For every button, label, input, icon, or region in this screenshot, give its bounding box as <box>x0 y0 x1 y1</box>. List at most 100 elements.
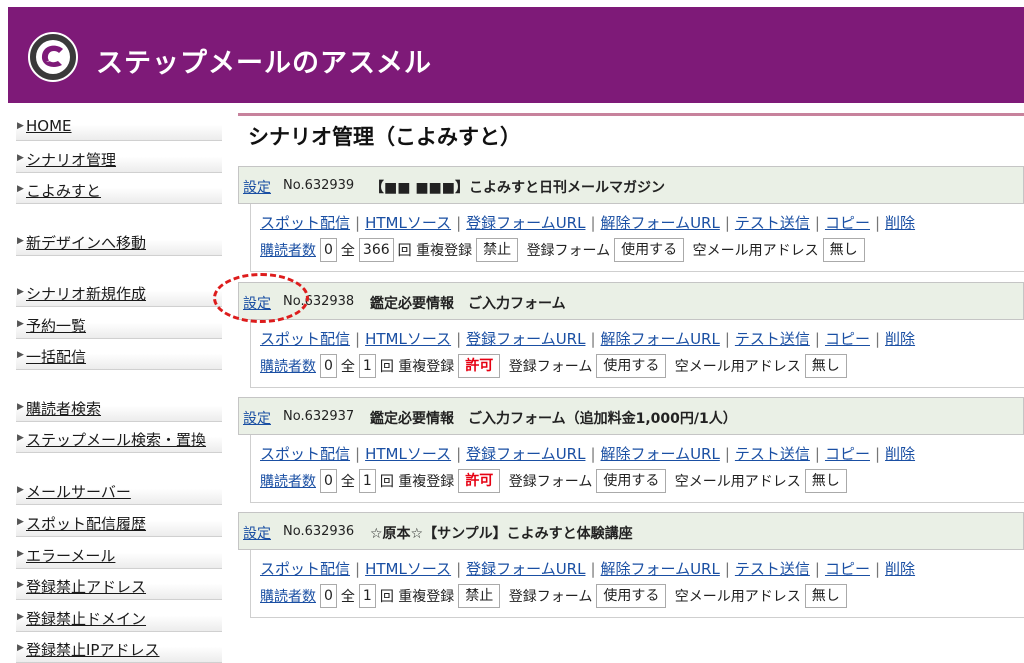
setting-link[interactable]: 設定 <box>243 523 271 543</box>
unsubscribe-form-url-link[interactable]: 解除フォームURL <box>601 214 720 232</box>
triangle-right-icon: ▶ <box>17 287 24 297</box>
copy-link[interactable]: コピー <box>825 560 870 578</box>
sidebar-item-label[interactable]: 登録禁止アドレス <box>26 576 146 597</box>
sidebar-item-label[interactable]: 予約一覧 <box>26 315 86 336</box>
spot-delivery-link[interactable]: スポット配信 <box>260 445 350 463</box>
delete-link[interactable]: 削除 <box>885 214 915 232</box>
sidebar-item-label[interactable]: ステップメール検索・置換 <box>26 429 206 450</box>
html-source-link[interactable]: HTMLソース <box>365 214 451 232</box>
subscriber-count: 0 <box>320 238 337 262</box>
sidebar-item-label[interactable]: こよみすと <box>26 180 101 201</box>
spot-delivery-link[interactable]: スポット配信 <box>260 214 350 232</box>
copy-link[interactable]: コピー <box>825 214 870 232</box>
duplicate-label: 重複登録 <box>398 359 455 375</box>
form-status: 使用する <box>596 354 667 378</box>
subscribers-link[interactable]: 購読者数 <box>260 243 316 259</box>
sidebar-item-label[interactable]: 購読者検索 <box>26 398 101 419</box>
total-count: 1 <box>358 354 376 378</box>
html-source-link[interactable]: HTMLソース <box>365 445 451 463</box>
subscribers-link[interactable]: 購読者数 <box>260 474 316 490</box>
sidebar-item-scenario-manage[interactable]: ▶ シナリオ管理 <box>16 146 222 173</box>
sidebar-item-label[interactable]: スポット配信履歴 <box>26 513 146 534</box>
form-label: 登録フォーム <box>526 243 611 259</box>
page-title: シナリオ管理（こよみすと） <box>238 113 1024 153</box>
scenario-number: No.632937 <box>283 409 355 424</box>
total-label: 全 <box>340 243 355 259</box>
sidebar-item-label[interactable]: HOME <box>26 117 72 135</box>
sidebar-item-step-search[interactable]: ▶ ステップメール検索・置換 <box>16 426 222 453</box>
delete-link[interactable]: 削除 <box>885 330 915 348</box>
subscribers-link[interactable]: 購読者数 <box>260 589 316 605</box>
setting-link[interactable]: 設定 <box>243 408 271 428</box>
sidebar-item-mail-server[interactable]: ▶ メールサーバー <box>16 478 222 505</box>
brand-title: ステップメールのアスメル <box>96 48 432 79</box>
sidebar-item-label[interactable]: 登録禁止ドメイン <box>26 608 146 629</box>
register-form-url-link[interactable]: 登録フォームURL <box>466 214 585 232</box>
register-form-url-link[interactable]: 登録フォームURL <box>466 330 585 348</box>
total-label: 全 <box>340 359 355 375</box>
scenario-number: No.632936 <box>283 524 355 539</box>
sidebar-item-banned-domain[interactable]: ▶ 登録禁止ドメイン <box>16 605 222 632</box>
html-source-link[interactable]: HTMLソース <box>365 560 451 578</box>
scenario-title: 鑑定必要情報 ご入力フォーム（追加料金1,000円/1人） <box>370 411 737 427</box>
sidebar-item-label[interactable]: エラーメール <box>26 545 115 566</box>
sidebar-item-koyomisuto[interactable]: ▶ こよみすと <box>16 177 222 204</box>
sidebar-item-label[interactable]: シナリオ新規作成 <box>26 283 146 304</box>
unsubscribe-form-url-link[interactable]: 解除フォームURL <box>601 445 720 463</box>
sidebar-item-label[interactable]: 登録禁止IPアドレス <box>26 639 159 660</box>
sidebar-item-home[interactable]: ▶ HOME <box>16 114 222 141</box>
test-send-link[interactable]: テスト送信 <box>735 214 810 232</box>
scenario-title: ☆原本☆【サンプル】こよみすと体験講座 <box>370 526 633 542</box>
triangle-right-icon: ▶ <box>17 643 24 653</box>
empty-mail-status: 無し <box>804 354 847 378</box>
sidebar-item-new-design[interactable]: ▶ 新デザインへ移動 <box>16 229 222 256</box>
sidebar-item-label[interactable]: 新デザインへ移動 <box>26 232 146 253</box>
subscribers-link[interactable]: 購読者数 <box>260 359 316 375</box>
triangle-right-icon: ▶ <box>17 319 24 329</box>
times-label: 回 <box>379 589 394 605</box>
subscriber-count: 0 <box>320 354 337 378</box>
sidebar-item-subscriber-search[interactable]: ▶ 購読者検索 <box>16 395 222 422</box>
delete-link[interactable]: 削除 <box>885 445 915 463</box>
total-label: 全 <box>340 589 355 605</box>
spot-delivery-link[interactable]: スポット配信 <box>260 560 350 578</box>
sidebar-item-error-mail[interactable]: ▶ エラーメール <box>16 542 222 569</box>
html-source-link[interactable]: HTMLソース <box>365 330 451 348</box>
empty-mail-status: 無し <box>804 584 847 608</box>
triangle-right-icon: ▶ <box>17 153 24 163</box>
delete-link[interactable]: 削除 <box>885 560 915 578</box>
copy-link[interactable]: コピー <box>825 330 870 348</box>
sidebar-item-banned-address[interactable]: ▶ 登録禁止アドレス <box>16 573 222 600</box>
asumeru-logo-icon[interactable] <box>28 32 78 82</box>
subscriber-count: 0 <box>320 469 337 493</box>
unsubscribe-form-url-link[interactable]: 解除フォームURL <box>601 330 720 348</box>
triangle-right-icon: ▶ <box>17 485 24 495</box>
sidebar-item-label[interactable]: メールサーバー <box>26 481 131 502</box>
test-send-link[interactable]: テスト送信 <box>735 560 810 578</box>
sidebar-item-banned-ip[interactable]: ▶ 登録禁止IPアドレス <box>16 636 222 663</box>
unsubscribe-form-url-link[interactable]: 解除フォームURL <box>601 560 720 578</box>
sidebar-item-reservations[interactable]: ▶ 予約一覧 <box>16 312 222 339</box>
highlight-circle-annotation <box>213 273 309 323</box>
sidebar-item-new-scenario[interactable]: ▶ シナリオ新規作成 <box>16 280 222 307</box>
sidebar-item-label[interactable]: 一括配信 <box>26 346 86 367</box>
register-form-url-link[interactable]: 登録フォームURL <box>466 560 585 578</box>
copy-link[interactable]: コピー <box>825 445 870 463</box>
empty-mail-status: 無し <box>822 238 865 262</box>
register-form-url-link[interactable]: 登録フォームURL <box>466 445 585 463</box>
sidebar-item-spot-history[interactable]: ▶ スポット配信履歴 <box>16 510 222 537</box>
scenario-header: 設定 No.632937 鑑定必要情報 ご入力フォーム（追加料金1,000円/1… <box>238 397 1024 435</box>
scenario-body: スポット配信 | HTMLソース | 登録フォームURL | 解除フォームURL | テスト送信… <box>250 550 1024 618</box>
triangle-right-icon: ▶ <box>17 433 24 443</box>
sidebar-item-label[interactable]: シナリオ管理 <box>26 149 116 170</box>
sidebar-item-bulk-send[interactable]: ▶ 一括配信 <box>16 343 222 370</box>
setting-link[interactable]: 設定 <box>243 177 271 197</box>
test-send-link[interactable]: テスト送信 <box>735 445 810 463</box>
test-send-link[interactable]: テスト送信 <box>735 330 810 348</box>
scenario-header: 設定 No.632939 【■■ ■■■】こよみすと日刊メールマガジン <box>238 166 1024 204</box>
scenario-title: 鑑定必要情報 ご入力フォーム <box>370 296 566 312</box>
empty-mail-label: 空メール用アドレス <box>692 243 819 259</box>
spot-delivery-link[interactable]: スポット配信 <box>260 330 350 348</box>
scenario-body: スポット配信 | HTMLソース | 登録フォームURL | 解除フォームURL | テスト送信… <box>250 435 1024 503</box>
times-label: 回 <box>379 474 394 490</box>
